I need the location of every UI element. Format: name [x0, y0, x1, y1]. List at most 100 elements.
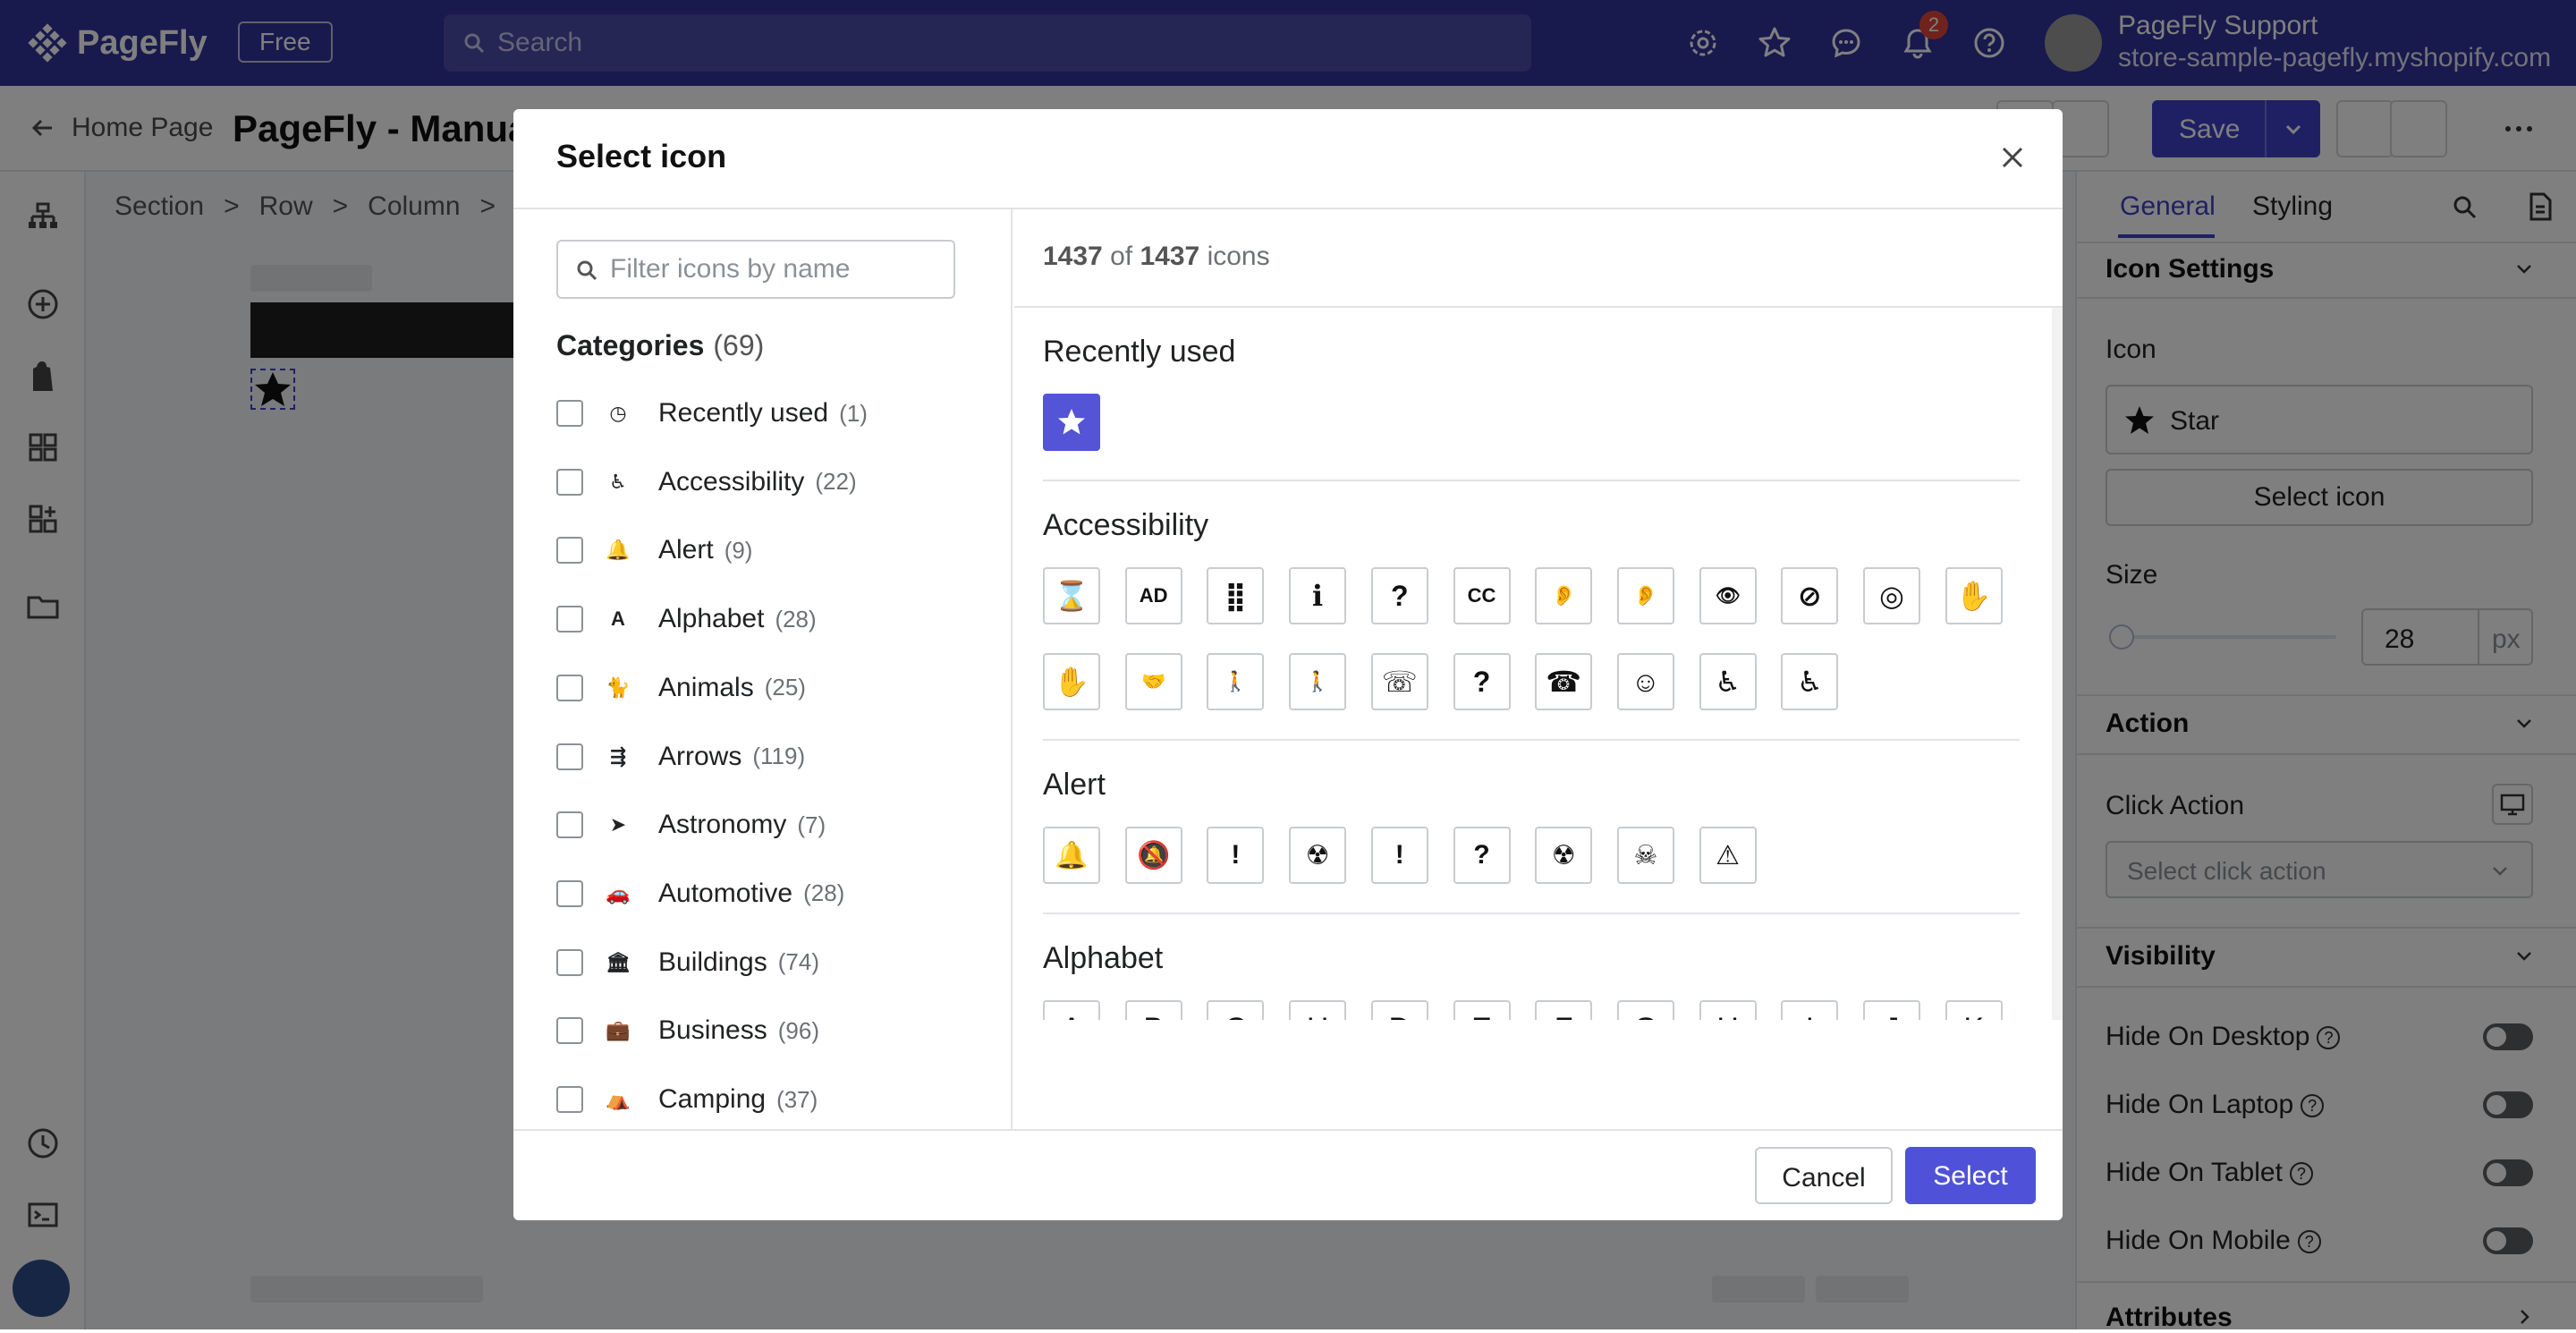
phone-volume-icon[interactable]: ☏ — [1370, 653, 1428, 710]
letter-icon[interactable]: H — [1289, 1000, 1347, 1021]
radiation-icon[interactable]: ☢ — [1535, 827, 1593, 884]
category-count: (7) — [797, 811, 826, 838]
letter-icon[interactable]: A — [1043, 1000, 1100, 1020]
exclamation-circle-icon[interactable]: ! — [1207, 827, 1265, 884]
divider — [513, 1129, 2063, 1131]
category-item[interactable]: ⛺ Camping (37) — [556, 1082, 818, 1117]
close-icon[interactable] — [1996, 141, 2029, 174]
clock-icon: ◷ — [609, 402, 627, 424]
letter-icon[interactable]: D — [1370, 1000, 1428, 1020]
letter-icon[interactable]: E — [1453, 1000, 1511, 1020]
cancel-button[interactable]: Cancel — [1755, 1147, 1893, 1204]
icon-count-summary: 1437 of 1437 icons — [1043, 242, 1270, 272]
category-count: (74) — [777, 948, 819, 976]
wheelchair-icon[interactable]: ♿ — [1699, 653, 1757, 710]
category-item[interactable]: ➤ Astronomy (7) — [556, 807, 826, 843]
category-item[interactable]: A Alphabet (28) — [556, 601, 817, 637]
category-count: (96) — [777, 1016, 819, 1044]
eye-icon[interactable]: 👁 — [1699, 567, 1757, 624]
cat-icon: 🐈 — [606, 675, 631, 699]
category-count: (119) — [752, 743, 806, 769]
question-circle-icon[interactable]: ? — [1370, 567, 1428, 624]
universal-access-icon[interactable]: ☺ — [1616, 653, 1674, 710]
filter-icons-input[interactable]: Filter icons by name — [556, 240, 955, 299]
letter-glyph: H — [1307, 1012, 1329, 1021]
warning-icon[interactable]: ⚠ — [1699, 827, 1757, 884]
category-item[interactable]: 🐈 Animals (25) — [556, 670, 806, 706]
person-cane-icon[interactable]: 🚶 — [1207, 653, 1265, 710]
handshake-icon[interactable]: 🤝 — [1124, 653, 1182, 710]
tent-icon: ⛺ — [606, 1088, 631, 1110]
category-item[interactable]: 🚗 Automotive (28) — [556, 876, 844, 912]
category-checkbox[interactable] — [556, 743, 583, 770]
category-name: Business — [658, 1015, 767, 1046]
bell-slash-icon[interactable]: 🔕 — [1124, 827, 1182, 884]
category-item[interactable]: 💼 Business (96) — [556, 1013, 819, 1049]
audio-description-icon[interactable]: AD — [1124, 567, 1182, 624]
eye-slash-icon[interactable]: ⊘ — [1781, 567, 1839, 624]
category-item[interactable]: ⇶ Arrows (119) — [556, 739, 805, 775]
letter-icon[interactable]: J — [1863, 1000, 1920, 1020]
category-checkbox[interactable] — [556, 1086, 583, 1113]
blind-icon[interactable]: 🚶 — [1289, 653, 1347, 710]
category-checkbox[interactable] — [556, 606, 583, 633]
categories-count: (69) — [713, 329, 765, 361]
assistive-listening-icon[interactable]: 👂 — [1616, 567, 1674, 624]
category-checkbox[interactable] — [556, 468, 583, 496]
letter-icon[interactable]: K — [1945, 1000, 2003, 1020]
letter-icon[interactable]: F — [1535, 1000, 1593, 1020]
cancel-label: Cancel — [1782, 1163, 1866, 1193]
category-count: (28) — [803, 879, 845, 907]
letter-glyph: A — [1062, 1012, 1082, 1021]
category-checkbox[interactable] — [556, 811, 583, 839]
bell-icon[interactable]: 🔔 — [1043, 827, 1100, 884]
letter-glyph: J — [1885, 1012, 1900, 1021]
hands-icon[interactable]: ✋ — [1043, 653, 1100, 710]
category-item[interactable]: 🔔 Alert (9) — [556, 532, 752, 568]
category-name: Buildings — [658, 947, 767, 977]
category-item[interactable]: 🏛 Buildings (74) — [556, 945, 819, 981]
category-name: Arrows — [658, 741, 742, 771]
category-count: (37) — [776, 1085, 818, 1113]
categories-heading: Categories (69) — [556, 329, 764, 362]
letter-glyph: I — [1806, 1012, 1814, 1021]
category-name: Recently used — [658, 398, 829, 428]
letter-icon[interactable]: C — [1207, 1000, 1265, 1020]
letter-icon[interactable]: H — [1699, 1000, 1757, 1020]
letter-icon[interactable]: I — [1781, 1000, 1839, 1021]
bell-icon: 🔔 — [606, 539, 631, 562]
category-count: (9) — [724, 536, 753, 564]
braille-hourglass-icon[interactable]: ⌛ — [1043, 567, 1100, 624]
letter-a-icon: A — [611, 607, 625, 631]
radiation-alt-icon[interactable]: ☢ — [1289, 827, 1347, 884]
fingerprint-icon[interactable]: ◎ — [1863, 567, 1920, 624]
letter-glyph: E — [1471, 1012, 1492, 1021]
category-checkbox[interactable] — [556, 879, 583, 907]
select-button[interactable]: Select — [1905, 1147, 2036, 1204]
of-label: of — [1110, 242, 1133, 271]
category-checkbox[interactable] — [556, 948, 583, 976]
wheelchair-move-icon[interactable]: ♿ — [1781, 653, 1839, 710]
select-label: Select — [1933, 1161, 2008, 1191]
question-icon[interactable]: ? — [1453, 653, 1511, 710]
category-checkbox[interactable] — [556, 537, 583, 565]
skull-crossbones-icon[interactable]: ☠ — [1616, 827, 1674, 884]
braille-icon[interactable]: ⣿ — [1207, 567, 1265, 624]
exclamation-icon[interactable]: ! — [1370, 827, 1428, 884]
deaf-icon[interactable]: 👂 — [1535, 567, 1593, 624]
tty-icon[interactable]: ☎ — [1535, 653, 1593, 710]
closed-captioning-icon[interactable]: CC — [1453, 567, 1511, 624]
briefcase-icon: 💼 — [606, 1019, 631, 1042]
category-item[interactable]: ◷ Recently used (1) — [556, 395, 868, 431]
category-count: (25) — [764, 674, 806, 701]
category-checkbox[interactable] — [556, 674, 583, 701]
question-icon[interactable]: ? — [1453, 827, 1511, 884]
category-checkbox[interactable] — [556, 1017, 583, 1045]
category-checkbox[interactable] — [556, 400, 583, 427]
letter-icon[interactable]: G — [1616, 1000, 1674, 1020]
category-item[interactable]: ♿ Accessibility (22) — [556, 464, 857, 500]
letter-icon[interactable]: B — [1124, 1000, 1182, 1020]
sign-language-icon[interactable]: ✋ — [1945, 567, 2003, 624]
category-name: Accessibility — [658, 466, 805, 497]
info-icon[interactable]: ℹ — [1289, 567, 1347, 624]
